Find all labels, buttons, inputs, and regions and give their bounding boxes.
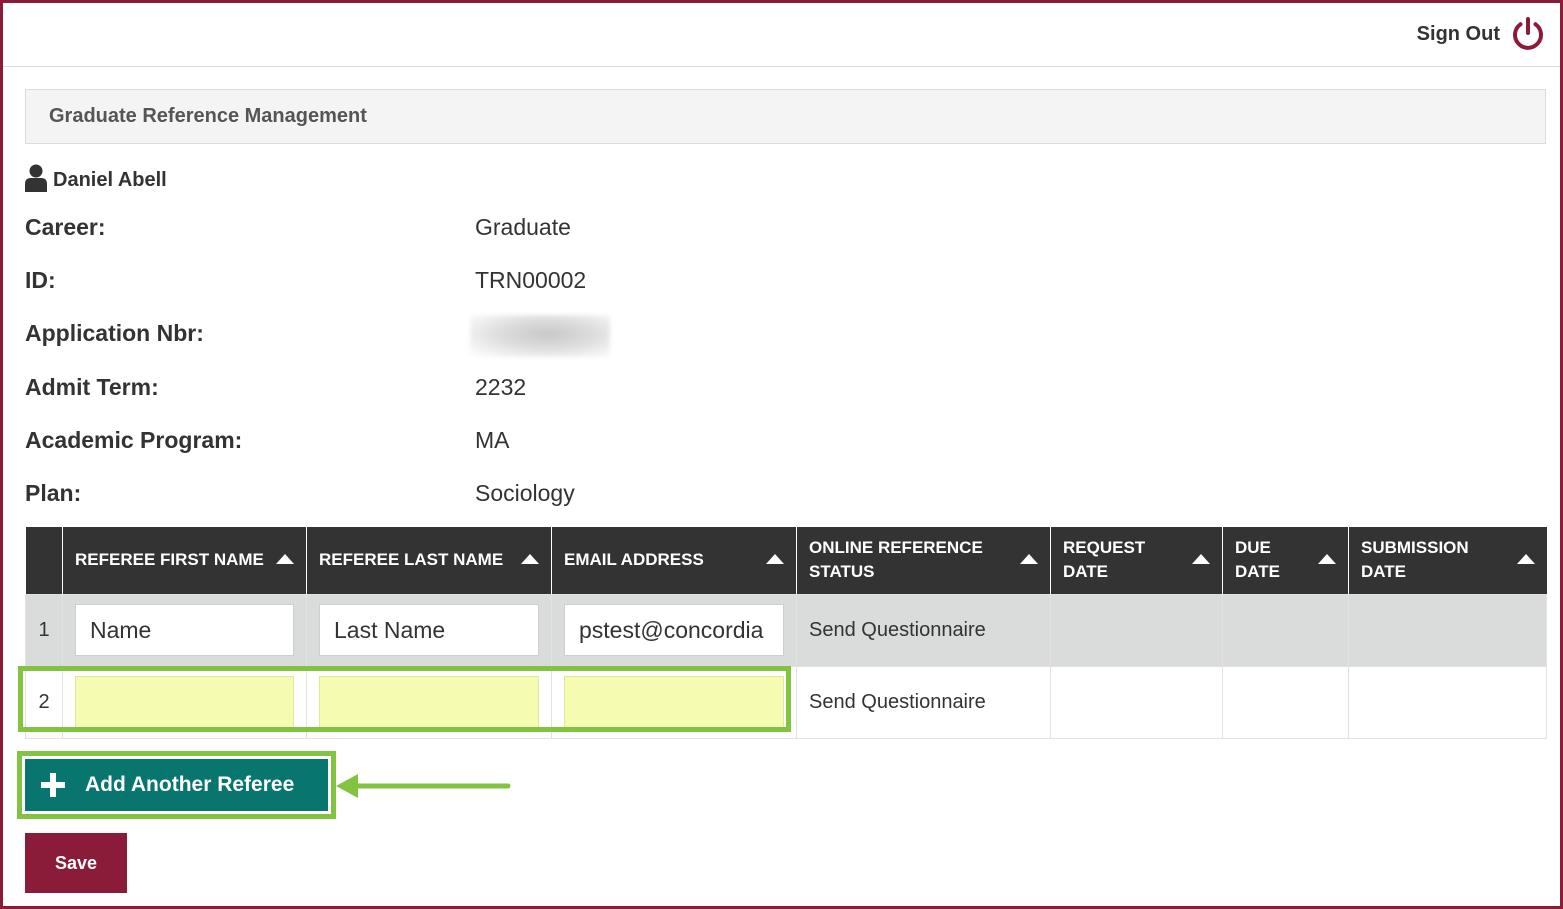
column-header-last-name[interactable]: REFEREE LAST NAME [306, 527, 552, 594]
column-header-request-date[interactable]: REQUEST DATE [1050, 527, 1223, 594]
column-header-label: REFEREE LAST NAME [319, 550, 504, 570]
request-date-cell [1050, 593, 1223, 667]
first-name-input[interactable] [75, 676, 294, 728]
top-bar: Sign Out [3, 3, 1560, 67]
last-name-input[interactable] [319, 676, 539, 728]
academic-program-label: Academic Program: [25, 427, 243, 453]
column-header-label: REQUEST DATE [1063, 538, 1146, 582]
table-row: 2 Send Questionnaire [25, 665, 1547, 739]
application-nbr-label: Application Nbr: [25, 320, 204, 346]
status-cell: Send Questionnaire [796, 593, 1051, 667]
add-another-referee-button[interactable]: Add Another Referee [25, 759, 328, 811]
add-another-referee-label: Add Another Referee [85, 773, 295, 796]
column-header-submission-date[interactable]: SUBMISSION DATE [1348, 527, 1547, 594]
sort-ascending-icon[interactable] [766, 554, 784, 565]
column-header-label: SUBMISSION DATE [1361, 538, 1469, 582]
column-header-label: EMAIL ADDRESS [564, 550, 704, 570]
user-icon [25, 164, 47, 192]
career-label: Career: [25, 214, 106, 240]
power-icon [1513, 17, 1543, 50]
referee-table: REFEREE FIRST NAME REFEREE LAST NAME EMA… [25, 527, 1547, 739]
column-header-due-date[interactable]: DUE DATE [1222, 527, 1349, 594]
pointer-arrow-icon [336, 774, 511, 798]
row-number: 1 [25, 593, 63, 667]
submission-date-cell [1348, 593, 1547, 667]
sort-ascending-icon[interactable] [1192, 554, 1210, 565]
submission-date-cell [1348, 665, 1547, 739]
last-name-cell [306, 665, 552, 739]
sort-ascending-icon[interactable] [1020, 554, 1038, 565]
sort-ascending-icon[interactable] [276, 554, 294, 565]
admit-term-value: 2232 [475, 374, 527, 400]
table-row: 1 Send Questionnaire [25, 593, 1547, 667]
academic-program-value: MA [475, 427, 510, 453]
application-nbr-value-redacted [470, 315, 610, 357]
email-input[interactable] [564, 604, 784, 656]
column-header-label: DUE DATE [1235, 538, 1281, 582]
column-header-label: ONLINE REFERENCE STATUS [809, 538, 983, 582]
request-date-cell [1050, 665, 1223, 739]
column-header-row-number [25, 527, 63, 594]
last-name-cell [306, 593, 552, 667]
applicant: Daniel Abell [25, 158, 167, 192]
email-cell [551, 593, 797, 667]
plus-icon [41, 773, 65, 797]
applicant-name: Daniel Abell [53, 169, 167, 191]
column-header-label: REFEREE FIRST NAME [75, 550, 264, 570]
first-name-cell [62, 665, 307, 739]
status-cell: Send Questionnaire [796, 665, 1051, 739]
plan-label: Plan: [25, 480, 82, 506]
sign-out-button[interactable]: Sign Out [1417, 11, 1546, 57]
panel-title: Graduate Reference Management [25, 89, 1546, 144]
last-name-input[interactable] [319, 604, 539, 656]
row-number: 2 [25, 665, 63, 739]
save-button[interactable]: Save [25, 833, 127, 893]
career-value: Graduate [475, 214, 571, 240]
admit-term-label: Admit Term: [25, 374, 159, 400]
sign-out-label: Sign Out [1416, 22, 1500, 45]
email-cell [551, 665, 797, 739]
email-input[interactable] [564, 676, 784, 728]
first-name-input[interactable] [75, 604, 294, 656]
column-header-status[interactable]: ONLINE REFERENCE STATUS [796, 527, 1051, 594]
due-date-cell [1222, 665, 1349, 739]
sort-ascending-icon[interactable] [521, 554, 539, 565]
column-header-email[interactable]: EMAIL ADDRESS [551, 527, 797, 594]
column-header-first-name[interactable]: REFEREE FIRST NAME [62, 527, 307, 594]
sort-ascending-icon[interactable] [1516, 554, 1535, 565]
id-label: ID: [25, 267, 56, 293]
first-name-cell [62, 593, 307, 667]
sort-ascending-icon[interactable] [1318, 554, 1336, 565]
due-date-cell [1222, 593, 1349, 667]
plan-value: Sociology [475, 480, 575, 506]
id-value: TRN00002 [475, 267, 587, 293]
table-header-row: REFEREE FIRST NAME REFEREE LAST NAME EMA… [25, 527, 1547, 594]
